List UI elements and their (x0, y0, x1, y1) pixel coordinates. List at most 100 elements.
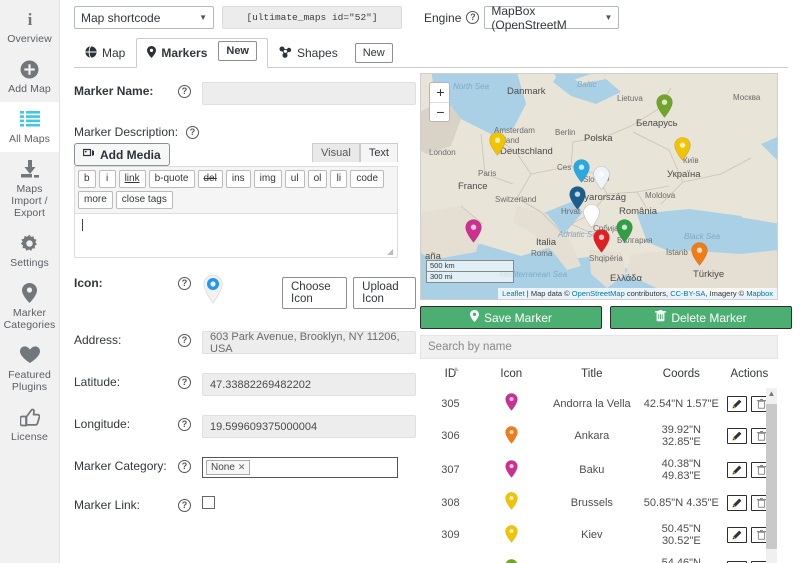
map-action-buttons: Save Marker (420, 306, 792, 329)
new-shapes-button[interactable]: New (355, 43, 393, 63)
edit-row-button[interactable] (727, 527, 747, 543)
add-media-button[interactable]: Add Media (74, 143, 170, 166)
latitude-help-icon[interactable]: ? (178, 376, 191, 389)
quicktag-link[interactable]: link (119, 170, 146, 188)
save-marker-button[interactable]: Save Marker (420, 306, 602, 329)
engine-help-icon[interactable]: ? (466, 11, 479, 24)
marker-category-help-icon[interactable]: ? (178, 460, 191, 473)
pin-kiev[interactable] (674, 137, 691, 161)
category-tag-remove-icon[interactable]: ✕ (238, 462, 246, 473)
attrib-mid: contributors, (625, 289, 670, 298)
table-header-icon[interactable]: Icon (481, 362, 542, 388)
table-row[interactable]: 307Baku40.38"N49.83"E (420, 453, 778, 487)
pin-minsk[interactable] (656, 94, 673, 118)
resize-handle-icon[interactable]: ◢ (387, 248, 395, 256)
sidebar-item-featured-plugins[interactable]: FeaturedPlugins (0, 338, 59, 400)
new-markers-button[interactable]: New (218, 41, 257, 61)
quicktag-ul[interactable]: ul (285, 170, 305, 188)
pin-ankara[interactable] (691, 242, 708, 266)
sidebar-item-license[interactable]: License (0, 400, 59, 450)
upload-icon-button[interactable]: Upload Icon (353, 277, 416, 309)
quicktag-b-quote[interactable]: b-quote (149, 170, 195, 188)
zoom-in-button[interactable]: + (430, 83, 450, 102)
edit-row-button[interactable] (727, 462, 747, 478)
leaflet-link[interactable]: Leaflet (502, 289, 525, 298)
shortcode-type-value: Map shortcode (81, 11, 160, 25)
table-row[interactable]: 310Minsk54.46"N27.26"E (420, 552, 778, 563)
quicktag-close-tags[interactable]: close tags (116, 191, 173, 209)
tab-text[interactable]: Text (360, 143, 398, 162)
scroll-up-arrow-icon[interactable]: ▲ (767, 389, 776, 398)
address-input[interactable]: 603 Park Avenue, Brooklyn, NY 11206, USA (202, 331, 416, 354)
pin-praha[interactable] (573, 159, 590, 183)
pin-bratislava[interactable] (593, 166, 610, 190)
table-row[interactable]: 309Kiev50.45"N30.52"E (420, 518, 778, 552)
sidebar-item-overview[interactable]: iOverview (0, 2, 59, 52)
sidebar-item-marker-categories[interactable]: MarkerCategories (0, 276, 59, 338)
marker-search-input[interactable]: Search by name (420, 335, 778, 359)
marker-description-help-icon[interactable]: ? (186, 126, 199, 139)
tab-map[interactable]: Map (74, 38, 136, 68)
pin-sofia[interactable] (616, 219, 633, 243)
quicktag-b[interactable]: b (78, 170, 96, 188)
latitude-input[interactable]: 47.33882269482202 (202, 373, 416, 396)
marker-category-input[interactable]: None ✕ (202, 457, 398, 478)
sidebar-item-add-map[interactable]: Add Map (0, 52, 59, 102)
quicktag-ins[interactable]: ins (226, 170, 251, 188)
pin-sarajevo[interactable] (583, 204, 600, 228)
longitude-input[interactable]: 19.599609375000004 (202, 415, 416, 438)
table-header-coords[interactable]: Coords (642, 362, 721, 388)
quicktag-del[interactable]: del (198, 170, 223, 188)
table-row[interactable]: 308Brussels50.85"N 4.35"E (420, 487, 778, 518)
shortcode-type-select[interactable]: Map shortcode ▼ (74, 6, 214, 29)
marker-name-help-icon[interactable]: ? (178, 85, 191, 98)
mapbox-link[interactable]: Mapbox (746, 289, 773, 298)
table-header-title[interactable]: Title (542, 362, 642, 388)
quicktag-i[interactable]: i (99, 170, 116, 188)
icon-help-icon[interactable]: ? (178, 277, 191, 290)
delete-marker-button[interactable]: Delete Marker (610, 306, 792, 329)
edit-row-button[interactable] (727, 396, 747, 412)
tab-visual[interactable]: Visual (312, 143, 360, 162)
cell-coords: 42.54"N 1.57"E (642, 388, 721, 419)
sidebar-item-all-maps[interactable]: All Maps (0, 102, 59, 152)
osm-link[interactable]: OpenStreetMap (572, 289, 625, 298)
tab-shapes[interactable]: Shapes (268, 38, 349, 68)
quicktag-toolbar: bilinkb-quotedelinsimgulollicode moreclos… (74, 166, 398, 214)
sidebar-item-maps-import-export[interactable]: MapsImport /Export (0, 152, 59, 226)
sidebar-item-label: FeaturedPlugins (8, 369, 51, 393)
choose-icon-button[interactable]: Choose Icon (282, 277, 347, 309)
address-help-icon[interactable]: ? (178, 334, 191, 347)
coords-lat: 54.46"N (662, 557, 701, 563)
table-header-id[interactable]: ID (420, 362, 481, 388)
map-label: Black Sea (684, 232, 720, 241)
shortcode-value-field[interactable]: [ultimate_maps id="52"] (222, 6, 402, 29)
sidebar-item-settings[interactable]: Settings (0, 226, 59, 276)
zoom-out-button[interactable]: − (430, 102, 450, 121)
quicktag-li[interactable]: li (330, 170, 347, 188)
pin-andorra[interactable] (465, 219, 482, 243)
table-row[interactable]: 305Andorra la Vella42.54"N 1.57"E (420, 388, 778, 419)
edit-row-button[interactable] (727, 495, 747, 511)
map-label: North Sea (453, 82, 489, 91)
field-marker-category: Marker Category: ? None ✕ (74, 457, 416, 478)
map-viewport[interactable]: North SeaBalticDanmarkLietuvaМоскваБелар… (420, 73, 778, 300)
marker-link-checkbox[interactable] (202, 496, 215, 509)
quicktag-more[interactable]: more (78, 191, 113, 209)
quicktag-ol[interactable]: ol (308, 170, 328, 188)
quicktag-code[interactable]: code (350, 170, 384, 188)
pin-brussels[interactable] (489, 132, 506, 156)
marker-link-help-icon[interactable]: ? (178, 499, 191, 512)
marker-name-input[interactable] (202, 82, 416, 105)
description-textarea[interactable]: ◢ (74, 214, 398, 258)
longitude-help-icon[interactable]: ? (178, 418, 191, 431)
tab-markers[interactable]: MarkersNew (136, 38, 268, 68)
cc-link[interactable]: CC-BY-SA (670, 289, 705, 298)
table-scrollbar-thumb[interactable] (766, 404, 777, 549)
table-header-actions[interactable]: Actions (721, 362, 778, 388)
table-row[interactable]: 306Ankara39.92"N32.85"E (420, 419, 778, 453)
edit-row-button[interactable] (727, 428, 747, 444)
engine-select[interactable]: MapBox (OpenStreetM ▼ (484, 6, 619, 29)
pin-tirana[interactable] (593, 229, 610, 253)
quicktag-img[interactable]: img (254, 170, 282, 188)
